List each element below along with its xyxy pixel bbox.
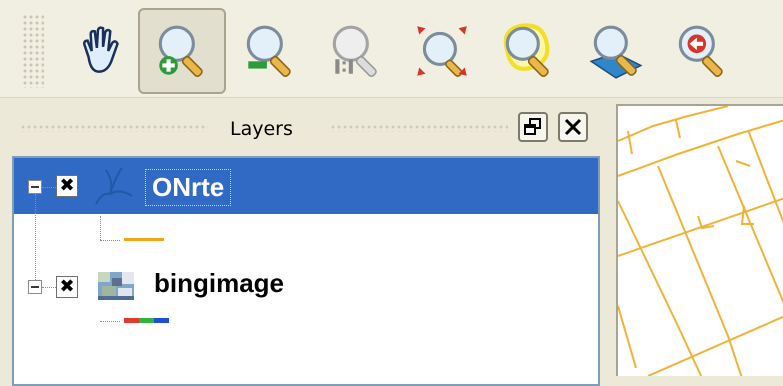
titlebar-grip-right (330, 124, 508, 132)
collapse-toggle-bingimage[interactable] (28, 280, 42, 294)
map-navigation-toolbar (0, 0, 783, 98)
visibility-checkbox-onrte[interactable]: ✖ (56, 175, 78, 197)
road-network (618, 106, 783, 376)
toolbar-grip[interactable] (22, 14, 44, 88)
map-canvas[interactable] (616, 104, 783, 376)
zoom-last-icon (678, 25, 723, 77)
dock-splitter[interactable] (604, 104, 616, 376)
close-icon (564, 118, 582, 136)
zoom-actual-size-tool-button[interactable] (312, 8, 400, 94)
zoom-to-layer-icon (589, 25, 643, 79)
onrte-line-symbol (124, 238, 164, 241)
zoom-full-extent-tool-button[interactable] (398, 8, 486, 94)
zoom-actual-size-icon (332, 25, 377, 77)
dock-close-button[interactable] (558, 112, 588, 142)
hand-icon (83, 26, 119, 73)
zoom-last-tool-button[interactable] (658, 8, 746, 94)
layers-list[interactable]: ✖ ONrte ✖ bingimage (12, 156, 600, 386)
line-layer-icon (95, 167, 133, 205)
bingimage-rgb-symbol (124, 318, 169, 323)
layer-name-bingimage[interactable]: bingimage (154, 268, 284, 299)
zoom-to-selection-tool-button[interactable] (484, 8, 572, 94)
pan-tool-button[interactable] (57, 8, 145, 94)
titlebar-grip-left (20, 124, 208, 132)
zoom-to-layer-tool-button[interactable] (572, 8, 660, 94)
zoom-out-tool-button[interactable] (226, 8, 314, 94)
zoom-full-extent-icon (417, 26, 467, 77)
restore-icon (524, 118, 541, 135)
dock-float-button[interactable] (518, 112, 548, 142)
zoom-in-icon (158, 25, 203, 77)
zoom-out-icon (246, 25, 291, 77)
visibility-checkbox-bingimage[interactable]: ✖ (56, 276, 78, 298)
layers-dock-title: Layers (230, 118, 293, 140)
layer-name-onrte[interactable]: ONrte (144, 169, 232, 206)
zoom-in-tool-button[interactable] (138, 8, 226, 94)
layers-dock-titlebar[interactable]: Layers (0, 104, 604, 150)
zoom-to-selection-icon (503, 23, 550, 77)
raster-layer-icon (98, 272, 134, 300)
collapse-toggle-onrte[interactable] (28, 180, 42, 194)
